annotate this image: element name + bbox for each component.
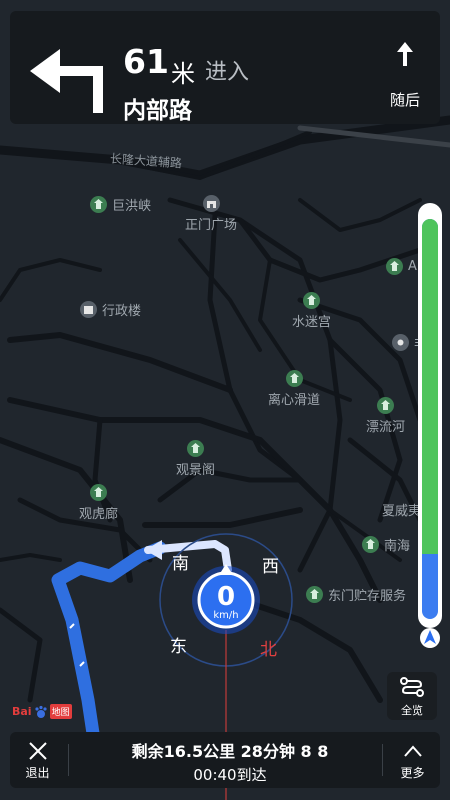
overview-button[interactable]: 全览 [387, 672, 437, 720]
turn-left-icon [30, 49, 103, 113]
more-label: 更多 [400, 766, 425, 780]
guidance-panel[interactable]: 61 米 进入 内部路 随后 [10, 11, 440, 124]
park-icon [362, 536, 379, 553]
arrival-time: 00:40到达 [193, 766, 267, 784]
guidance-action: 进入 [205, 60, 250, 85]
close-icon [28, 742, 47, 760]
park-icon [306, 586, 323, 603]
next-label: 随后 [389, 91, 420, 109]
progress-completed [422, 219, 438, 554]
bottom-bar: 退出 剩余16.5公里 28分钟 8 8 00:40到达 更多 [10, 732, 440, 788]
poi[interactable]: 行政楼 [80, 300, 141, 319]
route-progress-bar [418, 203, 442, 648]
spot-icon [392, 334, 409, 351]
speed-indicator: 0 km/h [196, 578, 256, 628]
park-icon [90, 196, 107, 213]
building-icon [80, 301, 97, 318]
route-overview-icon [400, 677, 424, 697]
poi[interactable]: 水迷宫 [292, 292, 331, 330]
remaining-info: 剩余16.5公里 28分钟 8 8 [131, 742, 329, 761]
distance-unit: 米 [171, 60, 195, 88]
distance-value: 61 [123, 42, 169, 81]
compass-south: 南 [172, 554, 189, 574]
divider [68, 744, 69, 776]
park-icon [187, 440, 204, 457]
poi[interactable]: 观景阁 [176, 440, 215, 478]
park-icon [386, 258, 403, 275]
speed-value: 0 [216, 582, 236, 612]
poi[interactable]: 巨洪峡 [90, 195, 151, 214]
compass-north: 北 [260, 640, 277, 660]
compass-west: 西 [262, 557, 279, 577]
next-turn[interactable]: 随后 [370, 11, 440, 124]
park-icon [285, 370, 303, 387]
gate-icon [202, 195, 220, 212]
park-icon [377, 397, 394, 414]
poi[interactable]: 南海 [362, 535, 410, 554]
compass-east: 东 [170, 637, 187, 657]
overview-label: 全览 [401, 704, 423, 717]
exit-label: 退出 [25, 766, 50, 780]
poi[interactable]: A [386, 258, 417, 275]
road-name: 内部路 [123, 98, 192, 124]
poi[interactable]: 正门广场 [185, 195, 237, 233]
car-position-icon [420, 628, 440, 648]
more-button[interactable]: 更多 [385, 732, 440, 788]
park-icon [303, 292, 320, 309]
poi[interactable]: 离心滑道 [268, 370, 320, 408]
exit-button[interactable]: 退出 [10, 732, 65, 788]
paw-icon [34, 705, 47, 718]
poi[interactable]: 观虎廊 [79, 484, 118, 522]
speed-unit: km/h [213, 610, 239, 621]
poi[interactable]: 东门贮存服务 [306, 585, 406, 604]
baidu-map-logo: Bai 地图 [12, 704, 72, 719]
poi[interactable]: 夏威夷 [382, 500, 421, 519]
arrow-up-icon [397, 42, 413, 66]
poi[interactable]: 漂流河 [366, 397, 405, 435]
park-icon [90, 484, 107, 501]
divider [382, 744, 383, 776]
chevron-up-icon [403, 745, 422, 757]
